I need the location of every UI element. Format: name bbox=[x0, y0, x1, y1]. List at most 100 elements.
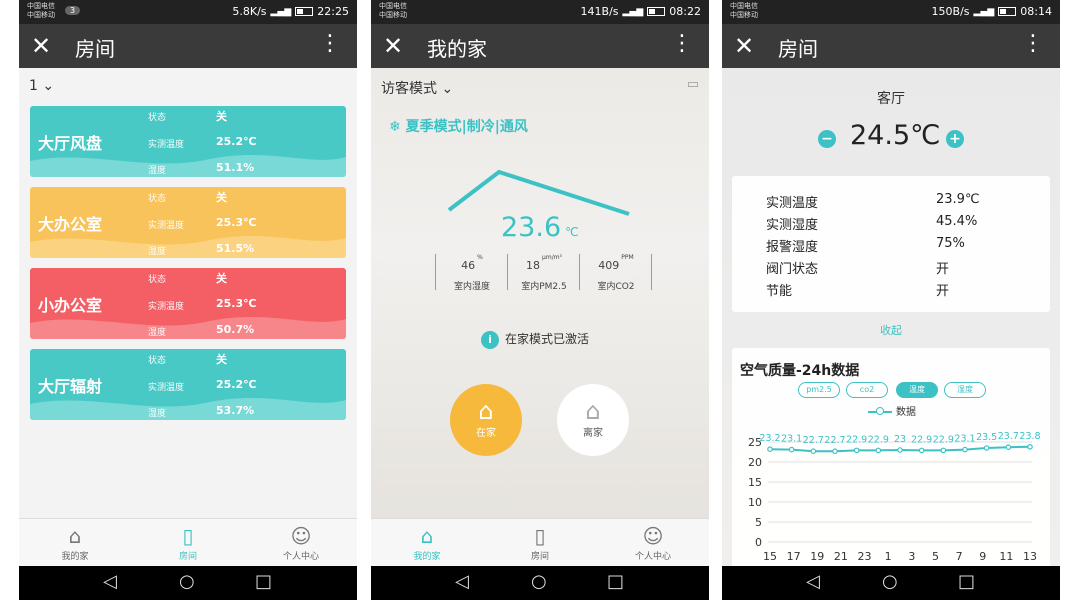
legend-marker-icon bbox=[868, 407, 892, 415]
decrease-button[interactable]: − bbox=[818, 130, 836, 148]
chart-title: 空气质量-24h数据 bbox=[740, 363, 860, 379]
page-title: 我的家 bbox=[427, 37, 487, 61]
room-card[interactable]: 大厅辐射 状态 关实测温度 25.2℃ 湿度 53.7% bbox=[30, 349, 346, 420]
temp-label: 实测温度 bbox=[148, 302, 185, 312]
humidity-value: 53.7% bbox=[216, 404, 255, 417]
page-title: 房间 bbox=[75, 37, 115, 61]
net-speed: 5.8K/s bbox=[232, 5, 267, 18]
user-icon: ☺ bbox=[642, 524, 664, 548]
pill-pm25[interactable]: pm2.5 bbox=[798, 382, 840, 398]
x-tick-label: 17 bbox=[787, 550, 801, 563]
net-speed: 150B/s bbox=[931, 5, 970, 18]
clock: 22:25 bbox=[317, 5, 349, 18]
away-button[interactable]: ⌂ 离家 bbox=[557, 384, 629, 456]
tab-profile[interactable]: ☺ 个人中心 bbox=[603, 523, 703, 562]
data-point bbox=[875, 447, 882, 454]
data-label: 23.8 bbox=[1019, 431, 1040, 442]
stat-pm25: 18μm/m³ 室内PM2.5 bbox=[521, 254, 567, 292]
temp-value: 25.3℃ bbox=[216, 297, 257, 310]
back-icon[interactable]: ◁ bbox=[103, 571, 117, 592]
house-icon: ⌂ bbox=[68, 524, 82, 548]
house-walk-icon: ⌂ bbox=[478, 397, 494, 425]
phone-my-home: 中国电信 中国移动 141B/s ▂▄▆ 08:22 ✕ 我的家 ⋮ 访客模式 … bbox=[371, 0, 709, 600]
chart-legend[interactable]: 数据 bbox=[868, 403, 916, 418]
pill-co2[interactable]: co2 bbox=[846, 382, 888, 398]
more-icon[interactable]: ⋮ bbox=[319, 32, 341, 56]
house-leave-icon: ⌂ bbox=[585, 397, 601, 425]
close-icon[interactable]: ✕ bbox=[383, 32, 403, 60]
room-name: 大厅辐射 bbox=[38, 377, 103, 396]
recents-icon[interactable]: □ bbox=[607, 571, 624, 592]
data-point bbox=[940, 447, 947, 454]
more-icon[interactable]: ⋮ bbox=[1022, 32, 1044, 56]
room-card[interactable]: 大办公室 状态 关实测温度 25.3℃ 湿度 51.5% bbox=[30, 187, 346, 258]
x-tick-label: 23 bbox=[858, 550, 872, 563]
carriers: 中国电信 中国移动 bbox=[730, 2, 758, 19]
data-point bbox=[918, 447, 925, 454]
state-value: 关 bbox=[216, 191, 227, 204]
divider bbox=[651, 254, 652, 290]
tab-room[interactable]: ▯ 房间 bbox=[490, 523, 590, 562]
signal-icon: ▂▄▆ bbox=[973, 6, 995, 17]
x-tick-label: 21 bbox=[834, 550, 848, 563]
data-point bbox=[983, 445, 990, 451]
collapse-link[interactable]: 收起 bbox=[722, 322, 1060, 338]
data-point bbox=[767, 446, 773, 453]
android-nav-bar: ◁ ○ □ bbox=[19, 566, 357, 600]
home-circle-icon[interactable]: ○ bbox=[531, 571, 547, 592]
home-circle-icon[interactable]: ○ bbox=[882, 571, 898, 592]
floor-select[interactable]: 1 ⌄ bbox=[29, 78, 54, 94]
stat-humidity: 46% 室内湿度 bbox=[453, 254, 490, 292]
tab-home[interactable]: ⌂ 我的家 bbox=[25, 523, 125, 562]
temp-value: 25.2℃ bbox=[216, 135, 257, 148]
room-name: 小办公室 bbox=[38, 296, 103, 315]
pill-temperature[interactable]: 温度 bbox=[896, 382, 938, 398]
air-quality-chart-card: 空气质量-24h数据 pm2.5 co2 温度 湿度 数据 0 5 10 15 20 25… bbox=[732, 348, 1050, 568]
data-label: 23.1 bbox=[954, 434, 975, 445]
tab-bar: ⌂ 我的家 ▯ 房间 ☺ 个人中心 bbox=[19, 518, 357, 566]
title-bar: ✕ 房间 ⋮ bbox=[19, 24, 357, 68]
humidity-label: 湿度 bbox=[148, 409, 167, 419]
increase-button[interactable]: + bbox=[946, 130, 964, 148]
temp-label: 实测温度 bbox=[148, 221, 185, 231]
battery-icon bbox=[295, 7, 314, 16]
room-card[interactable]: 大厅风盘 状态 关实测温度 25.2℃ 湿度 51.1% bbox=[30, 106, 346, 177]
door-icon: ▯ bbox=[534, 524, 546, 548]
tab-bar: ⌂ 我的家 ▯ 房间 ☺ 个人中心 bbox=[371, 518, 709, 566]
carriers: 中国电信 中国移动 bbox=[379, 2, 407, 19]
at-home-button[interactable]: ⌂ 在家 bbox=[450, 384, 522, 456]
recents-icon[interactable]: □ bbox=[255, 571, 272, 592]
room-detail: 客厅 − 24.5℃ + 实测温度 23.9℃ 实测湿度 45.4% 报警湿度 75%… bbox=[722, 68, 1060, 568]
state-value: 关 bbox=[216, 353, 227, 366]
tab-room[interactable]: ▯ 房间 bbox=[138, 523, 238, 562]
page-title: 房间 bbox=[778, 37, 818, 61]
more-icon[interactable]: ⋮ bbox=[671, 32, 693, 56]
state-value: 关 bbox=[216, 272, 227, 285]
close-icon[interactable]: ✕ bbox=[734, 32, 754, 60]
state-value: 关 bbox=[216, 110, 227, 123]
roof-icon bbox=[447, 169, 630, 216]
state-label: 状态 bbox=[148, 113, 167, 123]
tab-home[interactable]: ⌂ 我的家 bbox=[377, 523, 477, 562]
data-point bbox=[1027, 443, 1033, 450]
y-tick-label: 15 bbox=[748, 476, 762, 489]
tab-profile[interactable]: ☺ 个人中心 bbox=[251, 523, 351, 562]
battery-icon bbox=[647, 7, 666, 16]
house-icon: ⌂ bbox=[420, 524, 434, 548]
pill-humidity[interactable]: 湿度 bbox=[944, 382, 986, 398]
info-icon: i bbox=[481, 330, 499, 349]
data-label: 22.9 bbox=[846, 434, 867, 445]
recents-icon[interactable]: □ bbox=[958, 571, 975, 592]
x-tick-label: 1 bbox=[885, 550, 892, 563]
x-tick-label: 11 bbox=[999, 550, 1013, 563]
back-icon[interactable]: ◁ bbox=[806, 571, 820, 592]
x-tick-label: 15 bbox=[763, 550, 777, 563]
status-bar: 中国电信 中国移动 150B/s ▂▄▆ 08:14 bbox=[722, 0, 1060, 24]
home-circle-icon[interactable]: ○ bbox=[179, 571, 195, 592]
line-chart: 051015202515 17 19 21 23 1 3 5 7 9 11 1323.2 23.1 22.… bbox=[748, 431, 1041, 563]
net-speed: 141B/s bbox=[580, 5, 619, 18]
back-icon[interactable]: ◁ bbox=[455, 571, 469, 592]
room-card[interactable]: 小办公室 状态 关实测温度 25.3℃ 湿度 50.7% bbox=[30, 268, 346, 339]
close-icon[interactable]: ✕ bbox=[31, 32, 51, 60]
state-label: 状态 bbox=[148, 194, 167, 204]
